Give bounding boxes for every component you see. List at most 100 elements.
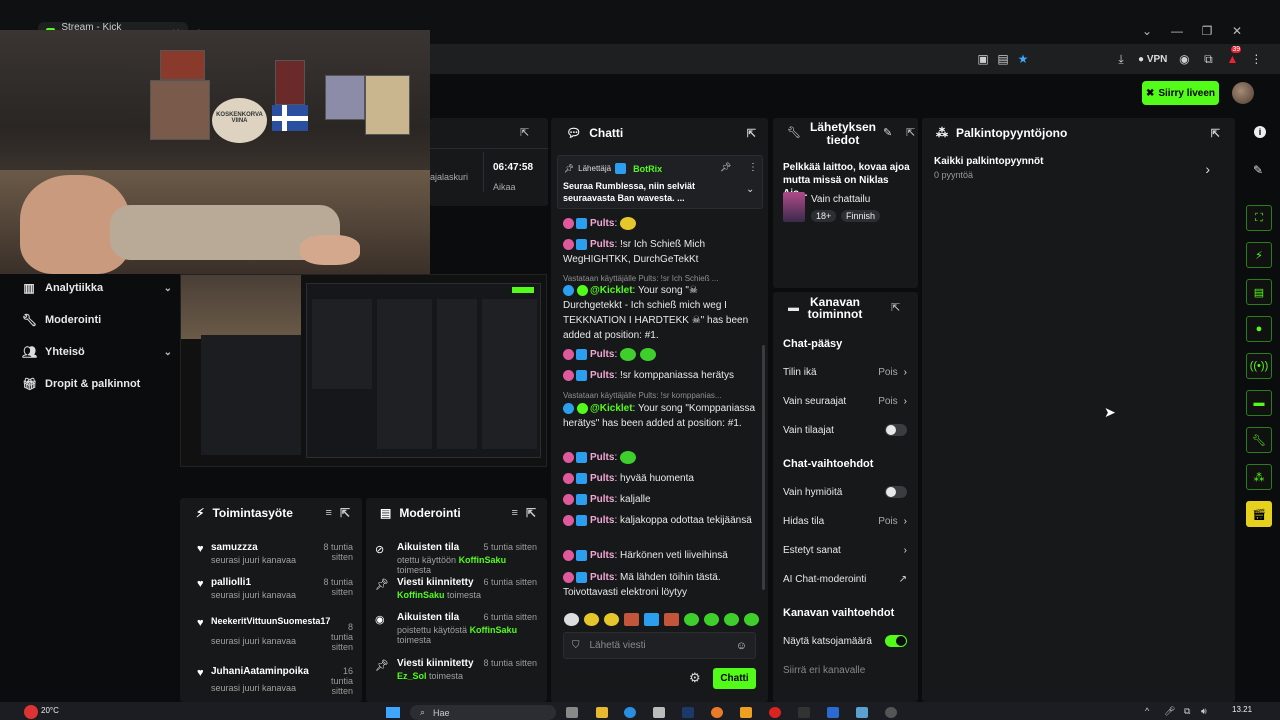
mod-user[interactable]: Ez_Sol [397,671,427,681]
rail-button-broadcast[interactable]: ((•)) [1246,353,1272,379]
tab-list-icon[interactable]: ⌄ [1132,24,1162,38]
rail-button-lightning[interactable]: ⚡︎ [1246,242,1272,268]
terminal-icon[interactable] [798,707,810,718]
popout-icon[interactable]: ⇱ [340,506,350,520]
chat-username[interactable]: @Kicklet [590,403,633,414]
chat-username[interactable]: Pults [590,452,614,463]
filter-icon[interactable]: ≡ [512,507,518,519]
rail-button-rewards[interactable]: ⁂ [1246,464,1272,490]
popout-icon[interactable]: ⇱ [520,126,529,139]
chat-username[interactable]: Pults [590,349,614,360]
edit-icon[interactable]: ✎ [883,126,892,139]
bookmark-star-icon[interactable]: ★ [1016,52,1030,66]
emote-icon[interactable] [724,612,739,626]
chat-username[interactable]: Pults [590,239,614,250]
stream-preview[interactable] [180,274,547,467]
popout-icon[interactable]: ⇱ [906,126,915,139]
chat-username[interactable]: Pults [590,218,614,229]
viewer-count-toggle[interactable] [885,635,907,647]
app-icon[interactable] [856,707,868,718]
vpn-button[interactable]: ● VPN [1138,54,1167,65]
more-icon[interactable]: ⋮ [748,162,758,173]
maximize-icon[interactable]: ❐ [1192,24,1222,38]
settings-gear-icon[interactable]: ⚙ [689,670,701,686]
account-icon[interactable]: ◉ [1177,52,1191,66]
screenshot-icon[interactable]: ▣ [976,52,990,66]
emote-icon[interactable] [584,612,599,626]
download-icon[interactable]: ⤓ [1114,52,1128,66]
send-chat-button[interactable]: Chatti [713,668,756,689]
firefox-icon[interactable] [711,707,723,718]
nav-item-moderation[interactable]: 🔧︎ Moderointi [22,308,172,332]
emote-icon[interactable] [564,612,579,626]
popout-icon[interactable]: ⇱ [1211,127,1220,140]
taskbar-search[interactable]: ⌕ Hae [410,705,556,720]
setting-ai-moderation[interactable]: AI Chat-moderointi ↗ [783,571,907,587]
setting-account-age[interactable]: Tilin ikä Pois › [783,364,907,380]
popout-icon[interactable]: ⇱ [747,127,756,140]
notifications-icon[interactable]: ▲ 39 [1225,46,1242,66]
app-icon[interactable] [740,707,752,718]
go-live-button[interactable]: ✖ Siirry liveen [1142,81,1219,105]
emote-icon[interactable] [684,612,699,626]
menu-icon[interactable]: ⋮ [1249,52,1263,66]
minimize-icon[interactable]: — [1162,24,1192,38]
setting-banned-words[interactable]: Estetyt sanat › [783,542,907,558]
network-icon[interactable]: ⧉ [1184,706,1190,717]
picture-in-picture-icon[interactable]: ▤ [996,52,1010,66]
chat-username[interactable]: Pults [590,572,614,583]
reward-queue-item[interactable]: Kaikki palkintopyynnöt 0 pyyntöä › [934,156,1224,190]
emote-icon[interactable] [604,612,619,626]
rail-button-clapper[interactable]: 🎬︎ [1246,501,1272,527]
pinned-message[interactable]: 📌︎ Lähettäjä BotRix 📌︎ ⋮ Seuraa Rumbless… [557,155,763,209]
chevron-down-icon[interactable]: ⌄ [746,184,754,195]
emote-icon[interactable] [644,612,659,626]
mod-user[interactable]: KoffinSaku [470,625,518,635]
obs-icon[interactable] [885,707,897,718]
chat-input[interactable]: ⛉ Lähetä viesti ☺ [563,632,756,659]
user-avatar[interactable] [1232,82,1254,104]
store-icon[interactable] [653,707,665,718]
chat-username[interactable]: Pults [590,550,614,561]
unpin-icon[interactable]: 📌︎ [720,162,731,173]
chat-username[interactable]: Pults [590,473,614,484]
chat-username[interactable]: Pults [590,515,614,526]
clock[interactable]: 13.21 [1232,705,1252,714]
emote-icon[interactable] [744,612,759,626]
chat-username[interactable]: Pults [590,370,614,381]
explorer-icon[interactable] [596,707,608,718]
mod-user[interactable]: KoffinSaku [459,555,507,565]
rail-button-screen[interactable]: ⛶ [1246,205,1272,231]
setting-slow-mode[interactable]: Hidas tila Pois › [783,513,907,529]
popout-icon[interactable]: ⇱ [526,506,536,520]
volume-icon[interactable]: 🔊︎ [1201,706,1207,717]
microphone-icon[interactable]: 🎤︎ [1164,706,1175,717]
close-window-icon[interactable]: ✕ [1222,24,1252,38]
edge-icon[interactable] [624,707,636,718]
info-icon[interactable]: i [1254,126,1266,138]
setting-followers-only[interactable]: Vain seuraajat Pois › [783,393,907,409]
filter-icon[interactable]: ≡ [326,507,332,519]
taskview-icon[interactable] [566,707,578,718]
setting-move-channel[interactable]: Siirrä eri kanavalle [783,662,907,678]
extensions-icon[interactable]: ⧉ [1201,52,1215,66]
nav-item-community[interactable]: 👥︎ Yhteisö ⌄ [22,340,172,364]
pinned-user[interactable]: BotRix [633,164,662,174]
emote-only-toggle[interactable] [885,486,907,498]
subscribers-only-toggle[interactable] [885,424,907,436]
chat-username[interactable]: @Kicklet [590,285,633,296]
steam-icon[interactable] [682,707,694,718]
emoji-icon[interactable]: ☺ [736,640,747,652]
tag-pill[interactable]: Finnish [841,210,881,222]
emote-icon[interactable] [704,612,719,626]
edit-icon[interactable]: ✎ [1253,163,1263,177]
tray-chevron-icon[interactable]: ^ [1145,706,1149,716]
emote-icon[interactable] [664,612,679,626]
rail-button-wrench[interactable]: 🔧︎ [1246,427,1272,453]
tag-pill[interactable]: 18+ [811,210,837,222]
rail-button-document[interactable]: ▤ [1246,279,1272,305]
windows-start-icon[interactable] [386,707,400,718]
rail-button-chat[interactable]: ● [1246,316,1272,342]
popout-icon[interactable]: ⇱ [891,301,900,314]
rail-button-channel[interactable]: ▬ [1246,390,1272,416]
